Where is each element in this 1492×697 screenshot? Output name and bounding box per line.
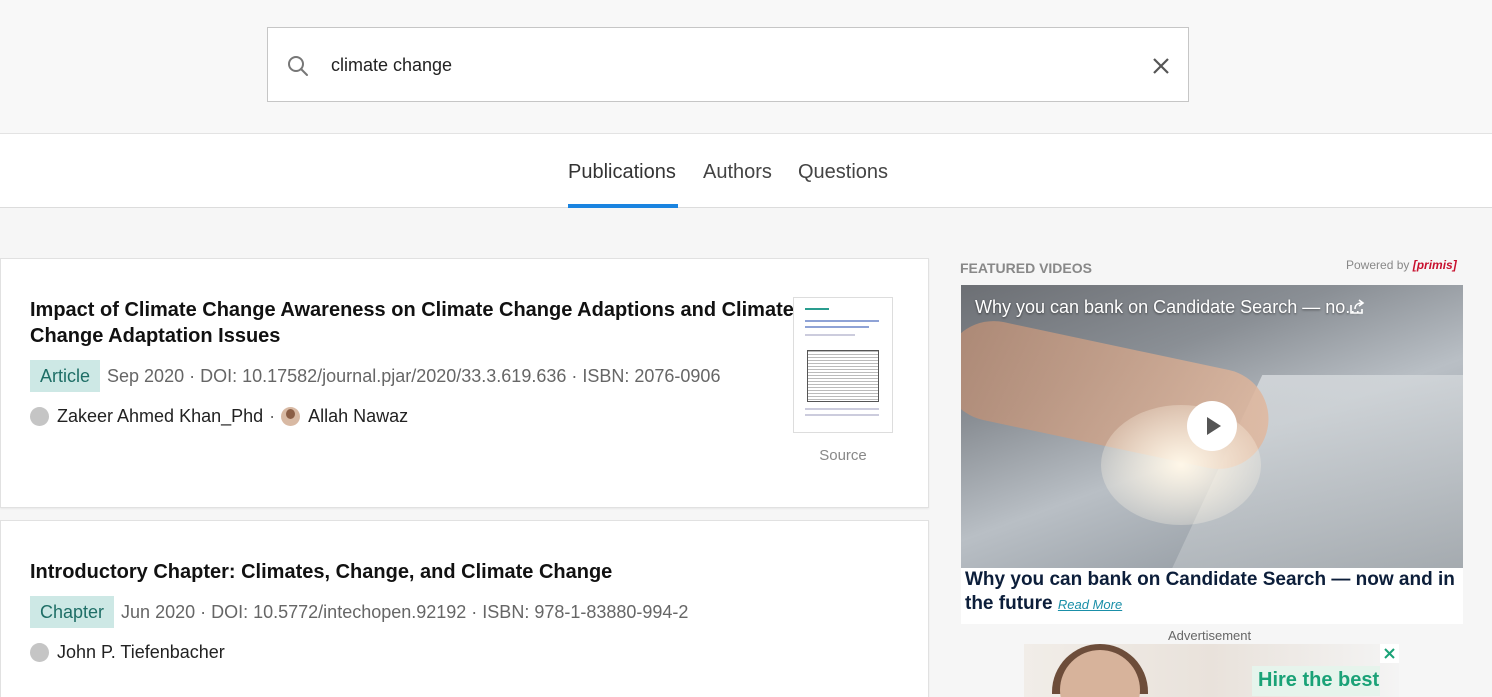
tab-authors[interactable]: Authors [703,161,772,184]
advertisement-banner[interactable]: Hire the best [1024,644,1399,697]
result-card: Introductory Chapter: Climates, Change, … [0,520,929,697]
video-title[interactable]: Why you can bank on Candidate Search — n… [975,297,1360,318]
result-title-line[interactable]: Impact of Climate Change Awareness on Cl… [30,297,794,323]
authors-row: Zakeer Ahmed Khan_Phd · Allah Nawaz [30,406,408,427]
featured-videos-label: FEATURED VIDEOS [960,260,1092,276]
advertisement-label: Advertisement [1168,628,1252,643]
search-input[interactable] [331,48,1111,82]
ad-text[interactable]: Hire the best [1258,669,1379,692]
thumbnail-line [805,326,869,328]
thumbnail-line [805,414,879,416]
search-header [0,0,1492,134]
result-meta: Article Sep 2020 · DOI: 10.17582/journal… [30,360,720,392]
share-icon[interactable] [1349,299,1365,315]
read-more-link[interactable]: Read More [1058,597,1122,612]
thumbnail-line [805,334,855,336]
author-link[interactable]: Zakeer Ahmed Khan_Phd [57,406,263,427]
meta-text: Jun 2020 · DOI: 10.5772/intechopen.92192… [121,601,689,622]
video-player[interactable]: Why you can bank on Candidate Search — n… [961,285,1463,568]
close-icon[interactable] [1150,55,1172,77]
video-caption-box: Why you can bank on Candidate Search — n… [961,568,1463,624]
source-label[interactable]: Source [793,447,893,464]
avatar [30,407,49,426]
result-title[interactable]: Introductory Chapter: Climates, Change, … [30,559,612,585]
authors-row: John P. Tiefenbacher [30,642,225,663]
author-link[interactable]: John P. Tiefenbacher [57,642,225,663]
result-card: Impact of Climate Change Awareness on Cl… [0,258,929,508]
separator: · [269,406,276,426]
ad-text-box: Hire the best [1252,666,1380,696]
thumbnail-text-block [807,350,879,402]
author-link[interactable]: Allah Nawaz [308,406,408,427]
thumbnail-line [805,308,829,310]
powered-by: Powered by [primis] [1346,258,1457,272]
meta-text: Sep 2020 · DOI: 10.17582/journal.pjar/20… [107,365,721,386]
result-title[interactable]: Impact of Climate Change Awareness on Cl… [30,297,794,349]
primis-logo[interactable]: [primis] [1413,258,1457,272]
active-tab-indicator [568,204,678,208]
tab-questions[interactable]: Questions [798,161,888,184]
tabs-bar: Publications Authors Questions [0,134,1492,208]
result-meta: Chapter Jun 2020 · DOI: 10.5772/intechop… [30,596,688,628]
search-icon[interactable] [287,55,309,77]
source-thumbnail[interactable] [793,297,893,433]
video-scene-glow [1101,405,1261,525]
result-title-line[interactable]: Change Adaptation Issues [30,323,794,349]
type-badge: Article [30,360,101,392]
close-icon[interactable] [1380,644,1399,663]
type-badge: Chapter [30,596,115,628]
avatar [30,643,49,662]
tab-publications[interactable]: Publications [568,161,676,184]
video-caption-text[interactable]: Why you can bank on Candidate Search — n… [965,569,1455,614]
video-caption[interactable]: Why you can bank on Candidate Search — n… [965,568,1459,617]
play-button[interactable] [1187,401,1237,451]
search-box[interactable] [267,27,1189,102]
thumbnail-page [805,304,881,426]
avatar [281,407,301,426]
thumbnail-line [805,320,879,322]
powered-by-text: Powered by [1346,258,1410,272]
thumbnail-line [805,408,879,410]
